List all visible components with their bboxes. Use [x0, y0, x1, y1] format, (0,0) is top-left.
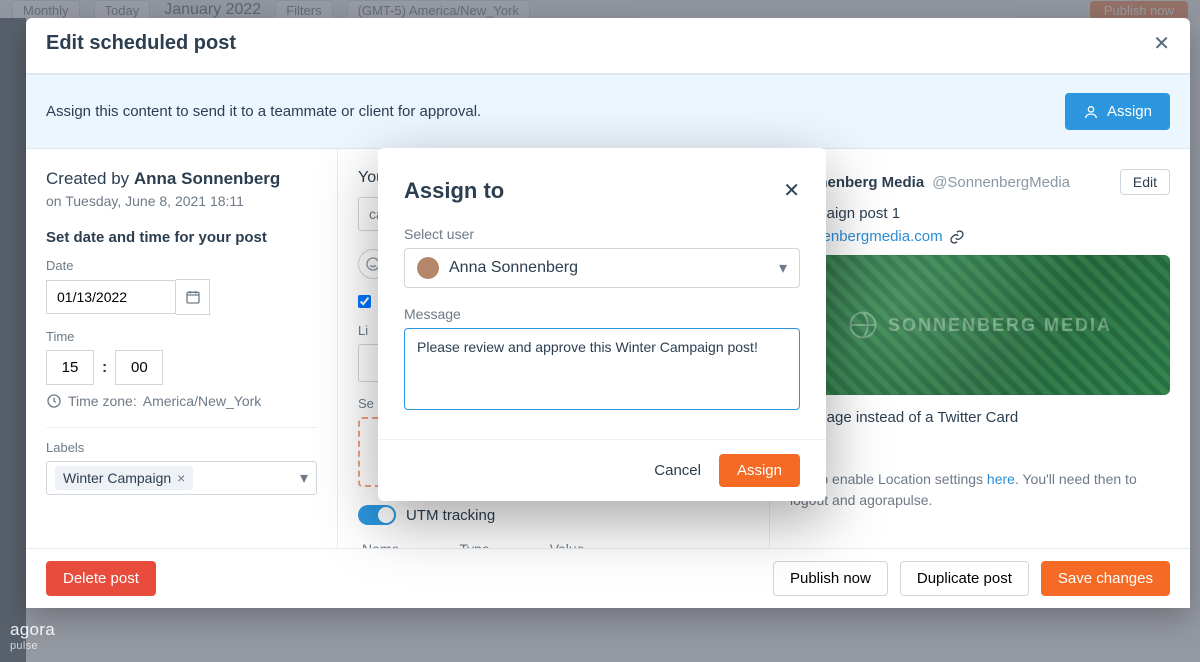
- assign-modal-footer: Cancel Assign: [378, 439, 826, 501]
- message-textarea[interactable]: [404, 328, 800, 410]
- user-avatar: [417, 257, 439, 279]
- user-select[interactable]: Anna Sonnenberg ▾: [404, 248, 800, 288]
- select-user-label: Select user: [404, 226, 800, 242]
- selected-user-name: Anna Sonnenberg: [449, 259, 578, 277]
- close-icon[interactable]: ✕: [783, 181, 800, 201]
- confirm-assign-button[interactable]: Assign: [719, 454, 800, 487]
- cancel-button[interactable]: Cancel: [654, 462, 701, 479]
- assign-overlay: Assign to ✕ Select user Anna Sonnenberg …: [0, 0, 1200, 662]
- chevron-down-icon: ▾: [779, 258, 787, 278]
- assign-modal-title: Assign to: [404, 178, 504, 204]
- assign-modal-header: Assign to ✕: [404, 178, 800, 204]
- message-label: Message: [404, 306, 800, 322]
- assign-to-modal: Assign to ✕ Select user Anna Sonnenberg …: [378, 148, 826, 501]
